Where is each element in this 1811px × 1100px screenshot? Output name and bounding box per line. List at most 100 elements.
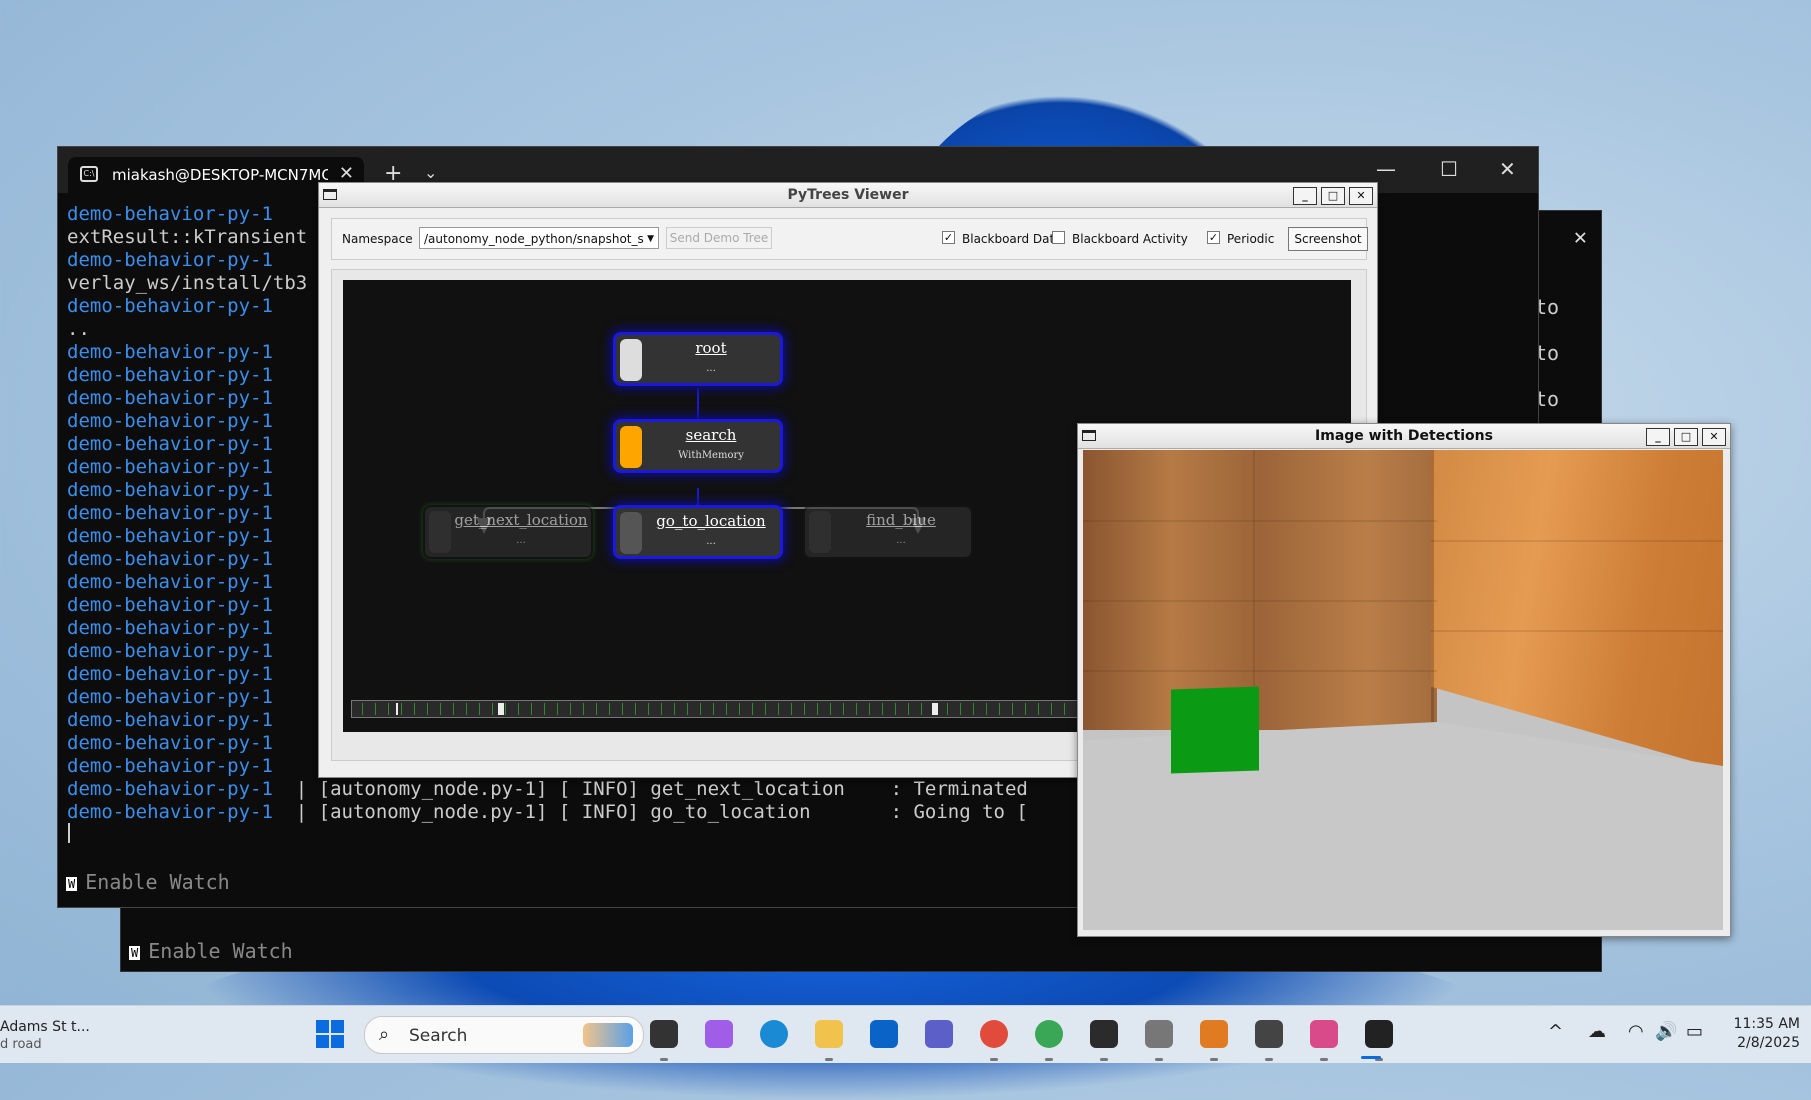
running-indicator xyxy=(660,1058,668,1061)
volume-icon[interactable]: 🔊 xyxy=(1655,1021,1677,1042)
active-app-indicator xyxy=(1361,1056,1381,1059)
timeline-marker xyxy=(502,703,504,715)
tray-chevron-icon[interactable]: ^ xyxy=(1548,1021,1563,1042)
timeline-tick xyxy=(466,703,467,715)
battery-icon[interactable]: ▭ xyxy=(1686,1021,1703,1042)
timeline-tick xyxy=(817,703,818,715)
tree-node-go-to-location[interactable]: go_to_location... xyxy=(613,505,783,559)
ros-turtle-icon[interactable] xyxy=(1255,1020,1283,1048)
tree-node-get-next-location[interactable]: get_next_location... xyxy=(423,505,593,559)
news-widget[interactable]: Adams St t... d road xyxy=(0,1018,90,1054)
node-name: root xyxy=(695,339,727,357)
terminal-tab-title: miakash@DESKTOP-MCN7MC xyxy=(112,166,328,184)
task-view-icon[interactable] xyxy=(650,1020,678,1048)
namespace-label: Namespace xyxy=(342,232,413,246)
timeline-tick xyxy=(804,703,805,715)
clock-date: 2/8/2025 xyxy=(1737,1035,1800,1051)
chevron-down-icon: ▼ xyxy=(647,234,654,244)
timeline-tick xyxy=(973,703,974,715)
wood-wall-right xyxy=(1431,450,1723,770)
minimize-button[interactable]: _ xyxy=(1646,428,1670,446)
service-prefix: demo-behavior-py-1 xyxy=(67,801,296,823)
tux-app-icon[interactable] xyxy=(1365,1020,1393,1048)
service-prefix: demo-behavior-py-1 xyxy=(67,663,296,685)
snipping-tool-icon[interactable] xyxy=(1310,1020,1338,1048)
node-detail: ... xyxy=(896,535,906,546)
image-detections-window[interactable]: Image with Detections _ □ ✕ xyxy=(1077,423,1731,937)
timeline-marker xyxy=(936,703,938,715)
maximize-button[interactable]: □ xyxy=(1674,428,1698,446)
wifi-icon[interactable]: ◠ xyxy=(1628,1021,1644,1042)
terminal-line: demo-behavior-py-1 | [autonomy_node.py-1… xyxy=(67,778,1028,801)
tree-node-find-blue[interactable]: find_blue... xyxy=(803,505,973,559)
blackboard-data-checkbox[interactable]: ✓ xyxy=(942,231,955,244)
copilot-icon[interactable] xyxy=(705,1020,733,1048)
timeline-tick xyxy=(765,703,766,715)
timeline-tick xyxy=(479,703,480,715)
outlook-icon[interactable] xyxy=(870,1020,898,1048)
start-button[interactable] xyxy=(316,1020,344,1048)
taskbar-search[interactable]: ⌕ Search xyxy=(364,1016,644,1054)
chrome-profile-icon[interactable] xyxy=(1035,1020,1063,1048)
tree-node-root[interactable]: root... xyxy=(613,332,783,386)
minimize-button[interactable]: _ xyxy=(1293,187,1317,205)
tree-node-search[interactable]: search WithMemory xyxy=(613,419,783,473)
send-demo-tree-button[interactable]: Send Demo Tree xyxy=(666,227,772,249)
service-prefix: demo-behavior-py-1 xyxy=(67,479,296,501)
terminal-icon[interactable] xyxy=(1090,1020,1118,1048)
close-window-button[interactable]: ✕ xyxy=(1499,157,1516,181)
namespace-select[interactable]: /autonomy_node_python/snapshot_s ▼ xyxy=(419,227,659,249)
search-icon: ⌕ xyxy=(379,1024,390,1045)
timeline-tick xyxy=(362,703,363,715)
timeline-tick xyxy=(1038,703,1039,715)
news-headline: Adams St t... xyxy=(0,1019,90,1035)
teams-icon[interactable] xyxy=(925,1020,953,1048)
close-tab-icon[interactable]: ✕ xyxy=(339,163,354,184)
screenshot-button[interactable]: Screenshot xyxy=(1288,227,1368,251)
pytrees-toolbar: Namespace /autonomy_node_python/snapshot… xyxy=(331,218,1368,260)
search-highlight-image xyxy=(583,1023,633,1047)
timeline-tick xyxy=(427,703,428,715)
terminal-line: demo-behavior-py-1 | [autonomy_node.py-1… xyxy=(67,801,1028,824)
timeline-tick xyxy=(661,703,662,715)
timeline-tick xyxy=(622,703,623,715)
chevron-down-icon[interactable]: ⌄ xyxy=(424,163,437,182)
timeline-tick xyxy=(635,703,636,715)
timeline-tick xyxy=(843,703,844,715)
system-clock[interactable]: 11:35 AM 2/8/2025 xyxy=(1712,1015,1800,1053)
gazebo-icon[interactable] xyxy=(1200,1020,1228,1048)
service-prefix: demo-behavior-py-1 xyxy=(67,502,296,524)
blackboard-activity-checkbox[interactable] xyxy=(1052,231,1065,244)
node-name: get_next_location xyxy=(454,511,588,529)
timeline-tick xyxy=(505,703,506,715)
periodic-checkbox[interactable]: ✓ xyxy=(1207,231,1220,244)
enable-watch-label: Enable Watch xyxy=(85,870,230,894)
edge-icon[interactable] xyxy=(760,1020,788,1048)
window-menu-icon[interactable] xyxy=(323,189,337,200)
node-status-indicator xyxy=(620,339,642,381)
rviz-icon[interactable] xyxy=(1145,1020,1173,1048)
minimize-button[interactable]: — xyxy=(1376,157,1396,181)
close-window-button[interactable]: ✕ xyxy=(1702,428,1726,446)
timeline-tick xyxy=(388,703,389,715)
close-icon[interactable]: ✕ xyxy=(1574,225,1587,250)
terminal-cursor xyxy=(68,823,70,843)
file-explorer-icon[interactable] xyxy=(815,1020,843,1048)
close-window-button[interactable]: ✕ xyxy=(1349,187,1373,205)
maximize-button[interactable]: □ xyxy=(1321,187,1345,205)
camera-image xyxy=(1083,450,1723,930)
enable-watch-hint: W Enable Watch xyxy=(66,870,230,894)
log-text: | [autonomy_node.py-1] [ INFO] go_to_loc… xyxy=(295,801,1028,823)
window-menu-icon[interactable] xyxy=(1082,430,1096,441)
maximize-button[interactable]: ☐ xyxy=(1440,157,1458,181)
chrome-icon[interactable] xyxy=(980,1020,1008,1048)
image-window-title-bar[interactable]: Image with Detections _ □ ✕ xyxy=(1078,424,1730,449)
timeline-tick xyxy=(687,703,688,715)
onedrive-icon[interactable]: ☁ xyxy=(1588,1021,1606,1042)
green-cube-object xyxy=(1171,686,1259,774)
pytrees-title-bar[interactable]: PyTrees Viewer _ □ ✕ xyxy=(319,183,1377,208)
service-prefix: demo-behavior-py-1 xyxy=(67,548,296,570)
node-detail: ... xyxy=(516,535,526,546)
namespace-value: /autonomy_node_python/snapshot_s xyxy=(424,232,644,246)
node-detail: ... xyxy=(706,536,716,547)
